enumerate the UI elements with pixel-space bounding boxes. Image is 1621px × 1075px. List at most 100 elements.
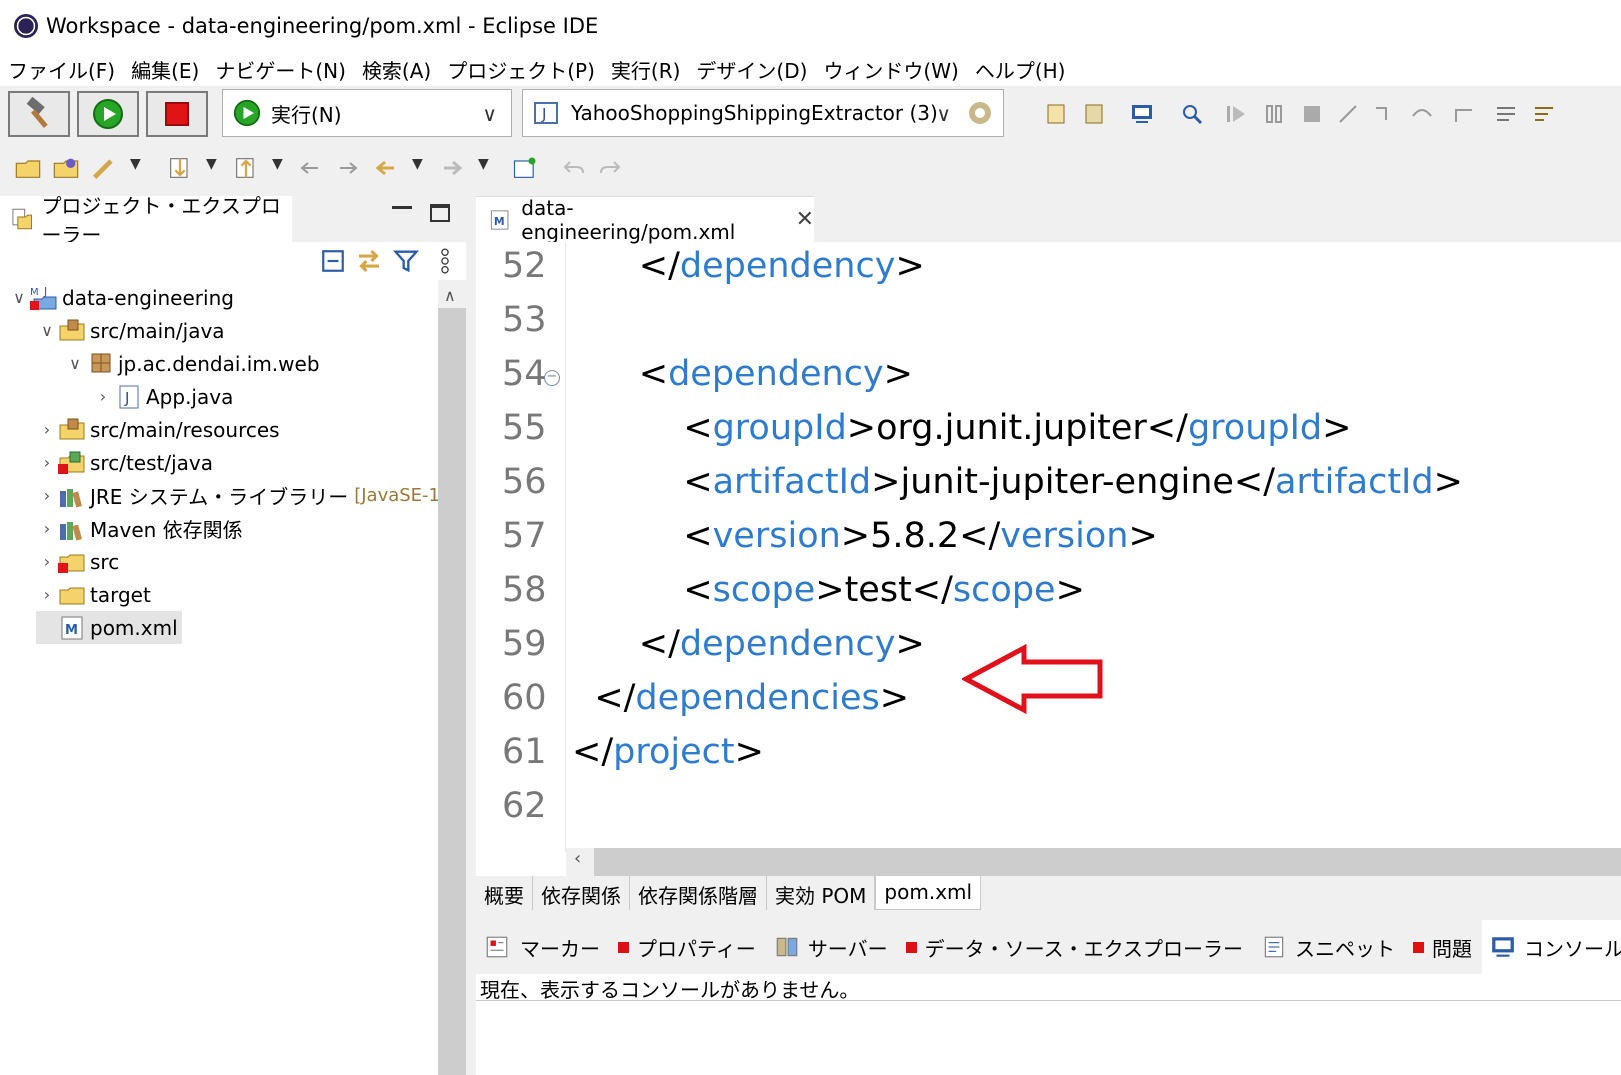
menu-edit[interactable]: 編集(E): [131, 55, 199, 84]
code-line: </dependency>: [572, 246, 925, 286]
fold-collapse-icon[interactable]: −: [544, 370, 560, 386]
brush-icon[interactable]: [90, 154, 118, 182]
stop-button[interactable]: [146, 91, 208, 137]
tab-console[interactable]: コンソール: [1482, 920, 1621, 974]
tab-problems[interactable]: 問題: [1405, 920, 1482, 974]
code-text-area[interactable]: </dependency> <dependency> <groupId>org.…: [572, 242, 1621, 852]
scroll-up-icon[interactable]: ∧: [444, 286, 456, 305]
collapse-all-icon[interactable]: [320, 248, 346, 274]
editor-tab-pom[interactable]: M data-engineering/pom.xml ✕: [476, 196, 814, 244]
resume-icon[interactable]: [1224, 102, 1248, 126]
tree-item[interactable]: ∨ src/main/java: [36, 314, 224, 347]
tree-item[interactable]: › src/main/resources: [36, 413, 280, 446]
open-folder-icon[interactable]: [52, 154, 80, 182]
previous-annotation-icon[interactable]: [232, 154, 260, 182]
chevron-right-icon[interactable]: ›: [36, 453, 58, 472]
step-return-icon[interactable]: [1452, 102, 1476, 126]
menu-design[interactable]: デザイン(D): [696, 55, 807, 84]
chevron-right-icon[interactable]: ›: [36, 420, 58, 439]
chevron-down-icon[interactable]: ∨: [482, 102, 497, 126]
open-type-icon[interactable]: [1044, 102, 1068, 126]
dropdown-arrow-icon[interactable]: ▼: [130, 156, 141, 172]
tree-item-selected[interactable]: M pom.xml: [36, 611, 182, 644]
tab-markers[interactable]: マーカー: [476, 920, 610, 974]
pom-tab-source[interactable]: pom.xml: [875, 876, 982, 910]
disconnect-icon[interactable]: [1336, 102, 1360, 126]
tree-item[interactable]: › J App.java: [92, 380, 234, 413]
menu-project[interactable]: プロジェクト(P): [447, 55, 595, 84]
menu-help[interactable]: ヘルプ(H): [975, 55, 1066, 84]
step-into-icon[interactable]: [1372, 102, 1396, 126]
launch-config-select[interactable]: J YahooShoppingShippingExtractor (3) ∨: [522, 89, 1004, 137]
tree-item[interactable]: › src/test/java: [36, 446, 213, 479]
forward-edit-icon[interactable]: [336, 156, 360, 180]
run-button[interactable]: [77, 91, 139, 137]
pom-tab-dependencies[interactable]: 依存関係: [533, 876, 630, 910]
terminate-icon[interactable]: [1300, 102, 1324, 126]
chevron-right-icon[interactable]: ›: [92, 387, 114, 406]
tree-item[interactable]: ∨ jp.ac.dendai.im.web: [64, 347, 319, 380]
console-icon[interactable]: [1130, 102, 1154, 126]
dropdown-arrow-icon[interactable]: ▼: [206, 156, 217, 172]
run-mode-select[interactable]: 実行(N) ∨: [222, 89, 512, 137]
tree-item[interactable]: › src: [36, 545, 119, 578]
dropdown-arrow-icon[interactable]: ▼: [478, 156, 489, 172]
menu-navigate[interactable]: ナビゲート(N): [215, 55, 346, 84]
chevron-down-icon[interactable]: ∨: [8, 288, 30, 307]
pom-tab-overview[interactable]: 概要: [476, 876, 533, 910]
tab-servers[interactable]: サーバー: [766, 920, 898, 974]
pom-tab-dependency-hierarchy[interactable]: 依存関係階層: [630, 876, 767, 910]
explorer-scroll-thumb[interactable]: [438, 308, 466, 1075]
pom-tab-effective-pom[interactable]: 実効 POM: [767, 876, 876, 910]
use-step-filters-icon[interactable]: [1494, 102, 1518, 126]
redo-icon[interactable]: [598, 156, 622, 180]
open-resource-icon[interactable]: [1082, 102, 1106, 126]
tree-item[interactable]: › target: [36, 578, 151, 611]
explorer-tab[interactable]: プロジェクト・エクスプローラー: [0, 194, 292, 247]
editor-scroll-thumb[interactable]: [594, 848, 1621, 876]
tree-item[interactable]: › JRE システム・ライブラリー [JavaSE-17]: [36, 479, 459, 512]
menu-search[interactable]: 検索(A): [362, 55, 431, 84]
dropdown-arrow-icon[interactable]: ▼: [412, 156, 423, 172]
tree-item[interactable]: ∨ M J data-engineering: [8, 281, 234, 314]
tab-label: マーカー: [520, 936, 600, 961]
drop-to-frame-icon[interactable]: [1532, 102, 1556, 126]
tab-properties[interactable]: プロパティー: [610, 920, 766, 974]
chevron-down-icon[interactable]: ∨: [64, 354, 86, 373]
chevron-right-icon[interactable]: ›: [36, 519, 58, 538]
gear-icon[interactable]: [965, 98, 995, 128]
line-number: 58: [502, 570, 547, 610]
menu-file[interactable]: ファイル(F): [8, 55, 115, 84]
undo-icon[interactable]: [562, 156, 586, 180]
dropdown-arrow-icon[interactable]: ▼: [272, 156, 283, 172]
chevron-right-icon[interactable]: ›: [36, 585, 58, 604]
next-annotation-icon[interactable]: [166, 154, 194, 182]
step-over-icon[interactable]: [1410, 102, 1434, 126]
menu-run[interactable]: 実行(R): [611, 55, 681, 84]
chevron-right-icon[interactable]: ›: [36, 552, 58, 571]
tab-data-source-explorer[interactable]: データ・ソース・エクスプローラー: [898, 920, 1253, 974]
maximize-icon[interactable]: [430, 204, 450, 222]
pin-editor-icon[interactable]: [510, 154, 540, 182]
line-number: 52: [502, 246, 547, 286]
filter-icon[interactable]: [392, 246, 420, 276]
new-project-icon[interactable]: [14, 154, 42, 182]
chevron-down-icon[interactable]: ∨: [936, 102, 951, 126]
search-icon[interactable]: [1180, 102, 1204, 126]
close-icon[interactable]: ✕: [796, 207, 814, 232]
scroll-left-icon[interactable]: ‹: [574, 848, 581, 869]
last-edit-location-icon[interactable]: [298, 156, 322, 180]
minimize-icon[interactable]: [392, 206, 412, 209]
menu-window[interactable]: ウィンドウ(W): [823, 55, 958, 84]
build-button[interactable]: [8, 91, 70, 137]
code-line: <artifactId>junit-jupiter-engine</artifa…: [572, 462, 1463, 502]
chevron-right-icon[interactable]: ›: [36, 486, 58, 505]
tree-item[interactable]: › Maven 依存関係: [36, 512, 243, 545]
forward-icon[interactable]: [440, 156, 464, 180]
suspend-icon[interactable]: [1262, 102, 1286, 126]
chevron-down-icon[interactable]: ∨: [36, 321, 58, 340]
back-icon[interactable]: [374, 156, 398, 180]
tab-snippets[interactable]: スニペット: [1253, 920, 1405, 974]
view-menu-icon[interactable]: [438, 246, 452, 276]
link-with-editor-icon[interactable]: [354, 246, 384, 276]
